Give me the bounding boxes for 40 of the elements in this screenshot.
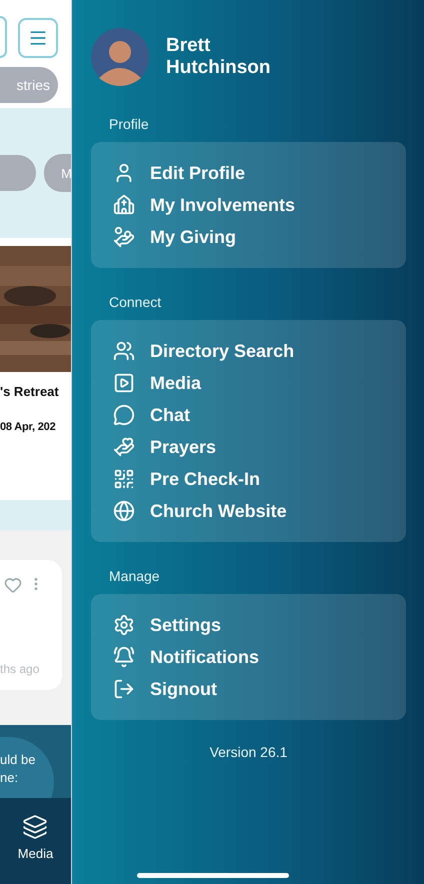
- back-button[interactable]: [0, 16, 7, 58]
- menu-item[interactable]: Signout: [113, 676, 406, 702]
- church-icon: [113, 194, 135, 216]
- version-text: Version 26.1: [208, 744, 288, 760]
- event-date: 08 Apr, 202: [0, 421, 56, 433]
- hand-icon: [113, 226, 135, 248]
- menu-item[interactable]: Directory Search: [113, 338, 406, 364]
- section-title: Connect: [109, 294, 162, 310]
- menu-item[interactable]: My Giving: [113, 224, 406, 250]
- post-time: ths ago: [0, 662, 40, 676]
- layers-icon: [22, 814, 48, 840]
- praying-hands-icon: [113, 436, 135, 458]
- category-chip[interactable]: [0, 155, 36, 191]
- chat-bubble-icon: [113, 404, 135, 426]
- section-title: Manage: [109, 568, 161, 584]
- user-name: Brett Hutchinson: [166, 35, 272, 79]
- menu-item[interactable]: Pre Check-In: [113, 466, 406, 492]
- menu-item[interactable]: Chat: [113, 402, 406, 428]
- exit-icon: [113, 678, 135, 700]
- banner-text: uld be: [0, 751, 36, 769]
- people-icon: [113, 340, 135, 362]
- settings-icon: [113, 614, 135, 636]
- menu-button[interactable]: [18, 18, 58, 58]
- content-band: [0, 500, 71, 530]
- menu-item[interactable]: Church Website: [113, 498, 406, 524]
- play-icon: [113, 372, 135, 394]
- globe-icon: [113, 500, 135, 522]
- menu-item[interactable]: Prayers: [113, 434, 406, 460]
- section-title: Profile: [109, 116, 150, 132]
- qr-code-icon: [113, 468, 135, 490]
- menu-item[interactable]: My Involvements: [113, 192, 406, 218]
- menu-item[interactable]: Settings: [113, 612, 406, 638]
- avatar: [91, 28, 149, 86]
- menu-item[interactable]: Notifications: [113, 644, 406, 670]
- menu-item[interactable]: Media: [113, 370, 406, 396]
- menu-item[interactable]: Edit Profile: [113, 160, 406, 186]
- bell-icon: [113, 646, 135, 668]
- event-title: 's Retreat: [0, 384, 60, 399]
- banner-text: ne:: [0, 769, 20, 787]
- heart-icon[interactable]: [4, 576, 22, 594]
